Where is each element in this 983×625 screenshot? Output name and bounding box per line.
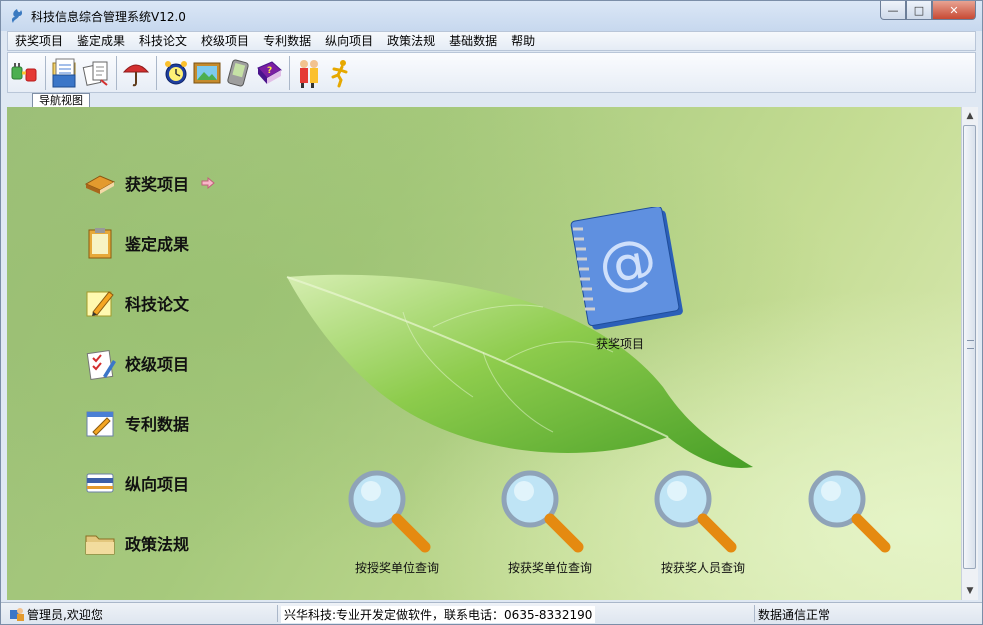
- magnifier-icon[interactable]: [651, 469, 741, 555]
- toolbar-separator: [45, 55, 46, 90]
- address-book-icon[interactable]: @: [561, 207, 687, 333]
- scroll-up-icon[interactable]: ▲: [962, 108, 978, 124]
- menu-appraisal[interactable]: 鉴定成果: [70, 32, 132, 50]
- magnifier-icon[interactable]: [805, 469, 895, 555]
- book-icon: [83, 166, 117, 200]
- menu-policies[interactable]: 政策法规: [380, 32, 442, 50]
- nav-item-patents[interactable]: 专利数据: [83, 405, 189, 441]
- plug-icon: [11, 62, 37, 81]
- window-title: 科技信息综合管理系统V12.0: [31, 10, 186, 24]
- view-tab-strip: 导航视图: [7, 93, 976, 108]
- toolbar-help-button[interactable]: ?: [254, 56, 284, 90]
- pda-icon: [227, 59, 249, 86]
- nav-label-school-projects: 校级项目: [125, 355, 190, 374]
- nav-item-policies[interactable]: 政策法规: [83, 525, 189, 561]
- status-separator: [754, 605, 755, 622]
- svg-text:@: @: [593, 224, 662, 301]
- toolbar-separator: [156, 55, 157, 90]
- toolbar-connect-button[interactable]: [10, 56, 40, 90]
- toolbar-alarm-button[interactable]: [161, 56, 191, 90]
- checklist-icon: [83, 346, 117, 380]
- nav-label-awards: 获奖项目: [125, 175, 190, 194]
- grip-icon: [967, 340, 974, 349]
- people-icon: [300, 59, 318, 88]
- status-user: 管理员,欢迎您: [27, 608, 103, 622]
- umbrella-icon: [122, 64, 150, 86]
- edit-window-icon: [83, 406, 117, 440]
- user-icon: [10, 608, 24, 621]
- feature-label: 获奖项目: [596, 337, 645, 351]
- vertical-scrollbar[interactable]: ▲ ▼: [961, 107, 978, 600]
- toolbar-records-button[interactable]: [50, 56, 80, 90]
- app-icon: [11, 9, 23, 23]
- clipboard-icon: [83, 226, 117, 260]
- leaf-illustration: [286, 274, 753, 468]
- minimize-icon: —: [887, 3, 899, 17]
- picture-icon: [193, 62, 221, 83]
- status-company: 兴华科技:专业开发定做软件，联系电话：0635-8332190: [281, 606, 596, 623]
- nav-item-awards[interactable]: 获奖项目: [83, 165, 215, 201]
- alarm-clock-icon: [165, 60, 187, 84]
- maximize-button[interactable]: □: [906, 1, 932, 20]
- arrow-right-icon: [201, 177, 215, 189]
- nav-label-vertical-projects: 纵向项目: [125, 475, 190, 494]
- maximize-icon: □: [913, 3, 925, 17]
- menu-school-projects[interactable]: 校级项目: [194, 32, 256, 50]
- menu-help[interactable]: 帮助: [504, 32, 542, 50]
- query-by-winning-unit[interactable]: 按获奖单位查询: [508, 559, 592, 576]
- menu-bar: 获奖项目 鉴定成果 科技论文 校级项目 专利数据 纵向项目 政策法规 基础数据 …: [7, 31, 976, 51]
- card-icon: [83, 466, 117, 500]
- menu-patents[interactable]: 专利数据: [256, 32, 318, 50]
- toolbar-separator: [289, 55, 290, 90]
- navigation-panel: 获奖项目 鉴定成果 科技论文 校级项目 专利数据 纵向项目 政策法规 @ 获奖项…: [7, 107, 961, 600]
- folder-scroll-icon: [52, 58, 76, 87]
- toolbar-umbrella-button[interactable]: [121, 56, 151, 90]
- scroll-thumb[interactable]: [963, 125, 976, 569]
- toolbar-separator: [116, 55, 117, 90]
- toolbar: ?: [7, 52, 976, 93]
- documents-icon: [82, 61, 108, 86]
- toolbar-users-button[interactable]: [294, 56, 324, 90]
- pencil-note-icon: [83, 286, 117, 320]
- runner-icon: [331, 59, 348, 87]
- help-book-icon: ?: [257, 60, 282, 84]
- window-controls: — □ ✕: [880, 1, 976, 21]
- toolbar-exit-button[interactable]: [325, 56, 355, 90]
- toolbar-pda-button[interactable]: [223, 56, 253, 90]
- nav-item-appraisal[interactable]: 鉴定成果: [83, 225, 189, 261]
- app-window: 科技信息综合管理系统V12.0 — □ ✕ 获奖项目 鉴定成果 科技论文 校级项…: [0, 0, 983, 625]
- status-connection: 数据通信正常: [758, 608, 831, 622]
- magnifier-icon[interactable]: [498, 469, 588, 555]
- close-icon: ✕: [949, 3, 959, 17]
- toolbar-documents-button[interactable]: [81, 56, 111, 90]
- menu-papers[interactable]: 科技论文: [132, 32, 194, 50]
- nav-label-appraisal: 鉴定成果: [125, 235, 190, 254]
- menu-awards[interactable]: 获奖项目: [8, 32, 70, 50]
- menu-base-data[interactable]: 基础数据: [442, 32, 504, 50]
- close-button[interactable]: ✕: [932, 1, 976, 20]
- nav-label-patents: 专利数据: [125, 415, 190, 434]
- tab-navigation-view[interactable]: 导航视图: [32, 93, 90, 108]
- toolbar-picture-button[interactable]: [192, 56, 222, 90]
- folder-icon: [83, 526, 117, 560]
- title-bar: 科技信息综合管理系统V12.0 — □ ✕: [1, 1, 982, 31]
- svg-text:?: ?: [267, 66, 272, 76]
- query-by-awarding-unit[interactable]: 按授奖单位查询: [355, 559, 439, 576]
- nav-item-school-projects[interactable]: 校级项目: [83, 345, 189, 381]
- nav-label-papers: 科技论文: [125, 295, 190, 314]
- minimize-button[interactable]: —: [880, 1, 906, 20]
- menu-vertical-projects[interactable]: 纵向项目: [318, 32, 380, 50]
- query-by-winner[interactable]: 按获奖人员查询: [661, 559, 745, 576]
- magnifier-icon[interactable]: [345, 469, 435, 555]
- nav-label-policies: 政策法规: [125, 535, 190, 554]
- nav-item-vertical-projects[interactable]: 纵向项目: [83, 465, 189, 501]
- scroll-down-icon[interactable]: ▼: [962, 583, 978, 599]
- status-separator: [277, 605, 278, 622]
- status-bar: 管理员,欢迎您 兴华科技:专业开发定做软件，联系电话：0635-8332190 …: [1, 602, 982, 624]
- nav-item-papers[interactable]: 科技论文: [83, 285, 189, 321]
